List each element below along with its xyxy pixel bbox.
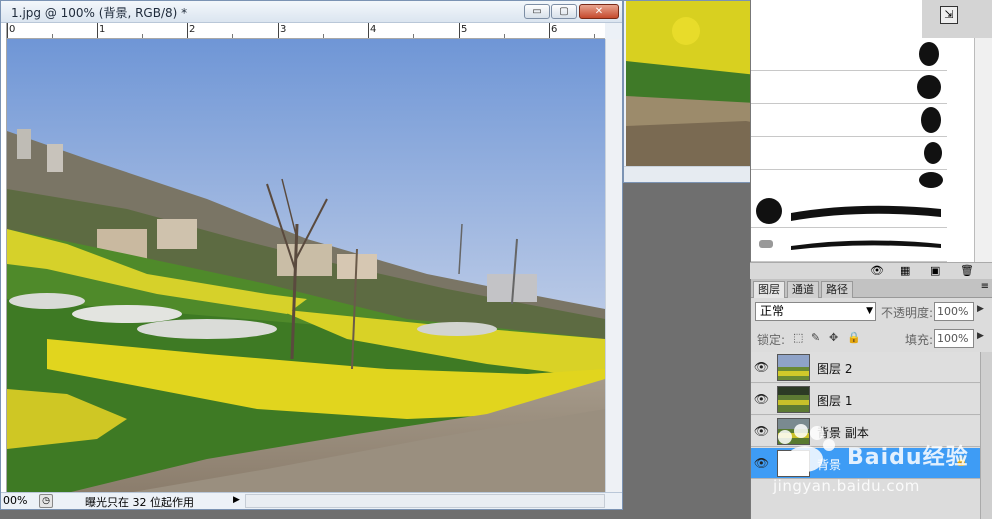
status-bar: 00% ◷ 曝光只在 32 位起作用 ▶	[1, 492, 622, 509]
layer-thumbnail	[777, 354, 810, 381]
panel-tabs: 图层 通道 路径 ≡	[751, 279, 992, 298]
tab-layers[interactable]: 图层	[753, 281, 785, 298]
lock-image-icon[interactable]: ✎	[811, 331, 820, 344]
blend-mode-value: 正常	[760, 304, 785, 318]
lock-position-icon[interactable]: ✥	[829, 331, 838, 344]
vertical-scrollbar[interactable]	[605, 39, 622, 493]
opacity-field[interactable]: 100%	[934, 302, 974, 321]
brush-preset-icon[interactable]: ▦	[900, 264, 910, 277]
brush-preset[interactable]	[751, 71, 947, 104]
chevron-down-icon: ▼	[866, 306, 873, 316]
brushes-scrollbar[interactable]	[974, 38, 992, 262]
ruler-label: 4	[370, 24, 377, 35]
toggle-brush-icon[interactable]: 👁	[870, 264, 884, 277]
minimize-button[interactable]: ▭	[524, 4, 550, 19]
blend-mode-select[interactable]: 正常 ▼	[755, 302, 876, 321]
fill-slider-arrow-icon[interactable]: ▶	[977, 331, 984, 341]
brush-stroke-preview[interactable]	[751, 228, 947, 262]
maximize-button[interactable]: ▢	[551, 4, 577, 19]
eye-icon[interactable]: 👁	[753, 359, 770, 376]
lock-transparency-icon[interactable]: ⬚	[793, 331, 803, 344]
document-window: 1.jpg @ 100% (背景, RGB/8) * ▭ ▢ ✕ 0 1 2 3…	[0, 0, 623, 510]
layer-row[interactable]: 👁 图层 2	[751, 352, 980, 383]
watermark: Baidu经验 jingyan.baidu.com	[765, 423, 992, 503]
layer-thumbnail	[777, 386, 810, 413]
status-text: 曝光只在 32 位起作用	[85, 496, 194, 509]
horizontal-ruler[interactable]: 0 1 2 3 4 5 6	[7, 23, 605, 39]
fill-label: 填充:	[905, 333, 934, 347]
layer-row[interactable]: 👁 图层 1	[751, 384, 980, 415]
brush-preset[interactable]	[751, 38, 947, 71]
document-title: 1.jpg @ 100% (背景, RGB/8) *	[11, 6, 188, 20]
ruler-label: 0	[9, 24, 16, 35]
brushes-footer: 👁 ▦ ▣ 🗑	[750, 262, 992, 279]
close-button[interactable]: ✕	[579, 4, 619, 19]
baidu-paw-logo	[778, 424, 835, 472]
status-menu-arrow-icon[interactable]: ▶	[233, 495, 240, 505]
layer-name[interactable]: 图层 2	[817, 360, 852, 377]
watermark-url: jingyan.baidu.com	[773, 477, 920, 495]
layer-name[interactable]: 图层 1	[817, 392, 852, 409]
brushes-panel	[750, 0, 992, 262]
toolbar-strip: ⇲	[922, 0, 992, 38]
ruler-label: 1	[99, 24, 106, 35]
panel-menu-icon[interactable]: ≡	[981, 281, 989, 292]
ruler-label: 6	[551, 24, 558, 35]
tool-icon[interactable]: ⇲	[940, 6, 958, 24]
ruler-label: 2	[189, 24, 196, 35]
delete-brush-icon[interactable]: 🗑	[960, 264, 974, 277]
brush-stroke-preview[interactable]	[751, 195, 947, 228]
opacity-label: 不透明度:	[881, 306, 934, 320]
status-info-icon[interactable]: ◷	[39, 494, 53, 508]
brush-preset[interactable]	[751, 137, 947, 170]
tab-paths[interactable]: 路径	[821, 281, 853, 298]
landscape-photo	[7, 39, 605, 493]
image-canvas[interactable]	[7, 39, 605, 493]
ruler-label: 3	[280, 24, 287, 35]
zoom-level[interactable]: 00%	[1, 494, 35, 508]
fill-field[interactable]: 100%	[934, 329, 974, 348]
lock-label: 锁定:	[757, 333, 786, 347]
opacity-slider-arrow-icon[interactable]: ▶	[977, 304, 984, 314]
tab-channels[interactable]: 通道	[787, 281, 819, 298]
lock-all-icon[interactable]: 🔒	[847, 331, 861, 344]
new-brush-icon[interactable]: ▣	[930, 264, 940, 277]
horizontal-scrollbar[interactable]	[245, 494, 605, 508]
watermark-brand: Baidu经验	[847, 445, 969, 470]
eye-icon[interactable]: 👁	[753, 391, 770, 408]
ruler-label: 5	[461, 24, 468, 35]
document-titlebar[interactable]: 1.jpg @ 100% (背景, RGB/8) * ▭ ▢ ✕	[1, 1, 622, 23]
brush-preset[interactable]	[751, 104, 947, 137]
